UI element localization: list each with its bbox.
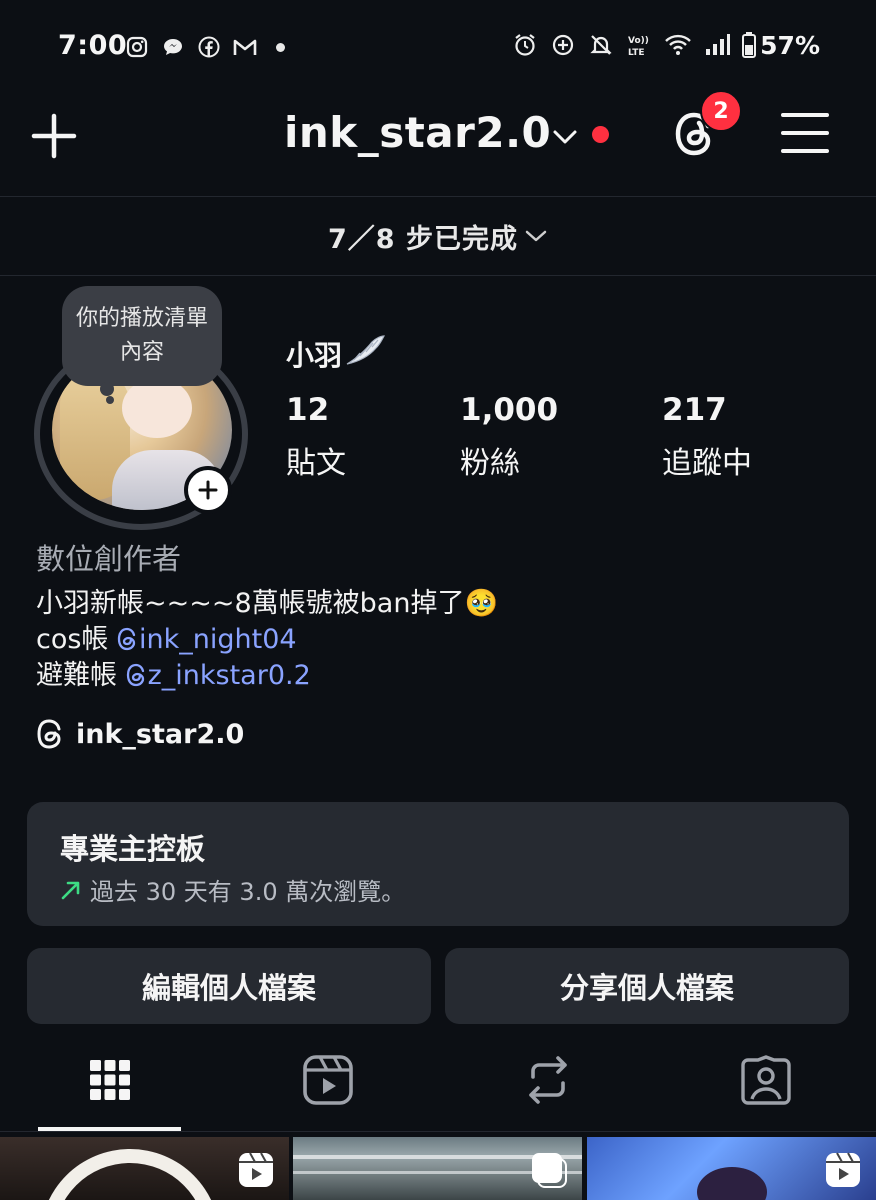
bio-line: 小羽新帳~~~~8萬帳號被ban掉了🥹 <box>36 588 499 619</box>
tagged-icon <box>741 1055 791 1105</box>
status-time: 7:00 <box>58 30 128 61</box>
add-story-button[interactable] <box>184 466 232 514</box>
instagram-icon <box>124 34 150 60</box>
divider <box>0 1131 876 1132</box>
posts-count: 12 <box>286 392 330 428</box>
tab-tagged[interactable] <box>736 1050 796 1110</box>
wifi-icon <box>664 33 692 57</box>
dashboard-views: 過去 30 天有 3.0 萬次瀏覽。 <box>90 878 406 906</box>
bio-line: cos帳 ink_night04 <box>36 622 498 658</box>
tab-reels[interactable] <box>298 1050 358 1110</box>
followers-count: 1,000 <box>460 392 559 428</box>
mention-text: ink_night04 <box>139 624 297 655</box>
share-profile-button[interactable]: 分享個人檔案 <box>445 948 849 1024</box>
plus-icon <box>31 113 77 159</box>
trend-up-icon <box>61 881 80 899</box>
status-bar: 7:00 Vo)) LTE 57% <box>0 0 876 90</box>
setup-progress-text: 7／8 步已完成 <box>328 223 518 255</box>
post-thumbnail[interactable] <box>293 1137 582 1200</box>
unread-dot <box>592 126 609 143</box>
threads-icon <box>117 627 136 651</box>
volte-icon: Vo)) LTE <box>626 32 652 58</box>
threads-badge: 2 <box>700 90 742 132</box>
following-count: 217 <box>662 392 727 428</box>
threads-icon <box>126 663 144 687</box>
posts-label: 貼文 <box>286 446 346 481</box>
system-icons: Vo)) LTE <box>512 32 756 58</box>
threads-profile-link[interactable]: ink_star2.0 <box>36 718 244 750</box>
divider <box>0 275 876 276</box>
notification-icons <box>124 34 285 60</box>
reels-icon <box>303 1055 353 1105</box>
facebook-icon <box>196 34 222 60</box>
note-tail <box>106 396 114 404</box>
mute-icon <box>588 32 614 58</box>
battery-percent: 57% <box>760 31 820 60</box>
mention-link[interactable]: z_inkstar0.2 <box>126 660 311 691</box>
reel-badge-icon <box>824 1151 862 1193</box>
hamburger-menu-icon <box>781 113 829 153</box>
account-switcher[interactable]: ink_star2.0 <box>284 108 551 157</box>
professional-dashboard[interactable]: 專業主控板 過去 30 天有 3.0 萬次瀏覽。 <box>27 802 849 926</box>
setup-progress[interactable]: 7／8 步已完成 <box>0 197 876 275</box>
signal-icon <box>704 33 730 57</box>
profile-header: ink_star2.0 2 <box>0 90 876 196</box>
threads-icon <box>37 719 61 749</box>
note-text: 你的播放清單內容 <box>75 306 208 365</box>
grid-icon <box>90 1060 130 1100</box>
svg-text:Vo)): Vo)) <box>628 36 649 46</box>
chevron-down-icon[interactable] <box>552 128 578 150</box>
mention-text: z_inkstar0.2 <box>147 660 311 691</box>
svg-text:LTE: LTE <box>628 48 645 58</box>
threads-handle: ink_star2.0 <box>76 718 245 750</box>
note-bubble[interactable]: 你的播放清單內容 <box>62 286 222 386</box>
dashboard-subtitle: 過去 30 天有 3.0 萬次瀏覽。 <box>60 872 405 907</box>
dot-icon <box>276 42 285 52</box>
gmail-icon <box>232 34 258 60</box>
multi-post-icon <box>530 1151 568 1193</box>
bio-line: 避難帳 z_inkstar0.2 <box>36 658 498 694</box>
post-thumbnail[interactable] <box>0 1137 289 1200</box>
followers-label: 粉絲 <box>460 446 520 481</box>
plus-icon <box>198 480 218 500</box>
profile-category: 數位創作者 <box>36 542 182 576</box>
chevron-down-icon <box>525 230 547 242</box>
chat-bubble-icon <box>160 34 186 60</box>
tab-reposts[interactable] <box>518 1050 578 1110</box>
create-button[interactable] <box>28 110 80 162</box>
following-stat[interactable]: 217 追蹤中 <box>662 392 752 482</box>
note-tail <box>100 382 114 396</box>
followers-stat[interactable]: 1,000 粉絲 <box>460 392 558 482</box>
dashboard-title: 專業主控板 <box>60 832 206 866</box>
tab-posts-grid[interactable] <box>80 1050 140 1110</box>
following-label: 追蹤中 <box>662 446 752 481</box>
alarm-icon <box>512 32 538 58</box>
mention-link[interactable]: ink_night04 <box>117 624 297 655</box>
post-thumbnail[interactable] <box>587 1137 876 1200</box>
posts-stat[interactable]: 12 貼文 <box>286 392 346 482</box>
bio-prefix: cos帳 <box>36 624 109 655</box>
reel-badge-icon <box>237 1151 275 1193</box>
bio: 小羽新帳~~~~8萬帳號被ban掉了🥹 cos帳 ink_night04 避難帳… <box>36 586 498 694</box>
edit-profile-button[interactable]: 編輯個人檔案 <box>27 948 431 1024</box>
profile-tabs <box>0 1040 876 1132</box>
data-saver-icon <box>550 32 576 58</box>
reposts-icon <box>529 1056 567 1104</box>
display-name: 小羽 <box>286 339 343 372</box>
menu-button[interactable] <box>780 110 830 156</box>
battery-icon <box>742 32 756 58</box>
wing-emoji-icon <box>344 334 386 372</box>
bio-prefix: 避難帳 <box>36 660 117 691</box>
